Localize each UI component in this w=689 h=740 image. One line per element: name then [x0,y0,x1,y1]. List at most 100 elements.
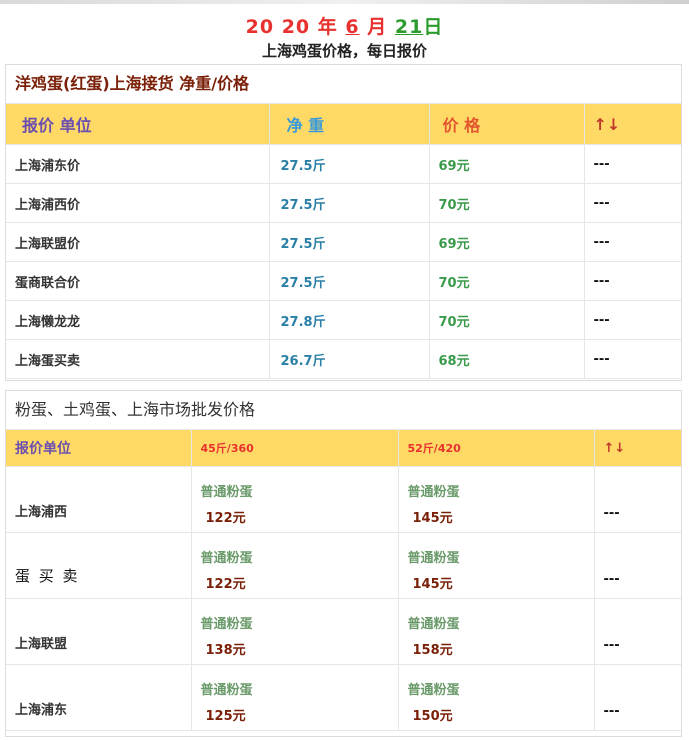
day-value: 21 [394,16,424,38]
row-name: 上海浦东 [15,703,68,718]
row-weight: 26.7斤 [269,339,430,379]
row-name: 上海蛋买卖 [6,339,270,379]
page-subtitle: 上海鸡蛋价格，每日报价 [261,42,427,60]
year-char: 年 [317,16,338,38]
row-weight: 27.8斤 [269,300,430,340]
row-price: 70元 [429,300,585,340]
row-name: 上海浦西 [15,505,68,520]
row-weight: 27.5斤 [269,222,430,262]
row-name-cell: 蛋 买 卖 [6,532,192,599]
section1-title: 洋鸡蛋(红蛋)上海接货 净重/价格 [6,65,681,104]
price-cell-52: 普通粉蛋 145元 [398,532,595,599]
trend-cell: --- [594,664,681,731]
day-char: 日 [423,16,444,38]
row-name: 上海联盟 [15,637,68,652]
price-cell-45: 普通粉蛋 122元 [191,532,399,599]
header-trend: ↑↓ [594,430,681,467]
row-trend: --- [584,183,681,223]
header-price: 价 格 [429,104,585,145]
powder-egg-price-table: 报价单位 45斤/360 52斤/420 ↑↓ 上海浦西 普通粉蛋 122元 普通… [6,430,681,731]
row-trend: --- [584,144,681,184]
egg-price: 145元 [412,577,453,592]
section2-title: 粉蛋、土鸡蛋、上海市场批发价格 [6,391,681,430]
egg-price: 150元 [412,709,453,724]
row-name-cell: 上海联盟 [6,598,192,665]
price-cell-52: 普通粉蛋 158元 [398,598,595,665]
table-row: 上海浦西价 27.5斤 70元 --- [6,183,681,223]
header-weight: 净 重 [269,104,430,145]
price-cell-52: 普通粉蛋 150元 [398,664,595,731]
top-banner-strip [0,0,689,4]
table-row: 蛋商联合价 27.5斤 70元 --- [6,261,681,301]
egg-price: 122元 [205,577,246,592]
row-trend: --- [603,572,620,587]
egg-price: 122元 [205,511,246,526]
header-unit: 报价单位 [6,430,192,467]
year-part-b: 20 [281,16,311,38]
price-cell-45: 普通粉蛋 125元 [191,664,399,731]
table-row: 上海蛋买卖 26.7斤 68元 --- [6,339,681,379]
row-price: 70元 [429,183,585,223]
egg-price: 138元 [205,643,246,658]
row-trend: --- [603,506,620,521]
table-row: 上海浦东价 27.5斤 69元 --- [6,144,681,184]
year-part-a: 20 [245,16,275,38]
egg-price: 145元 [412,511,453,526]
row-name-cell: 上海浦西 [6,466,192,533]
row-name-cell: 上海浦东 [6,664,192,731]
trend-cell: --- [594,466,681,533]
row-price: 70元 [429,261,585,301]
red-egg-price-table: 报价 单位 净 重 价 格 ↑↓ 上海浦东价 27.5斤 69元 --- 上海浦… [6,104,681,379]
trend-cell: --- [594,532,681,599]
row-trend: --- [584,339,681,379]
table-header-row: 报价 单位 净 重 价 格 ↑↓ [6,104,681,145]
egg-price: 158元 [412,643,453,658]
egg-kind: 普通粉蛋 [407,551,460,566]
row-price: 69元 [429,144,585,184]
egg-kind: 普通粉蛋 [407,683,460,698]
table-row: 上海联盟价 27.5斤 69元 --- [6,222,681,262]
egg-kind: 普通粉蛋 [407,485,460,500]
row-trend: --- [584,300,681,340]
table-row: 上海浦西 普通粉蛋 122元 普通粉蛋 145元 --- [6,466,681,533]
row-weight: 27.5斤 [269,183,430,223]
price-cell-45: 普通粉蛋 138元 [191,598,399,665]
header-unit: 报价 单位 [6,104,270,145]
egg-kind: 普通粉蛋 [200,485,253,500]
row-name: 上海联盟价 [6,222,270,262]
month-char: 月 [367,16,388,38]
row-weight: 27.5斤 [269,261,430,301]
row-trend: --- [603,704,620,719]
row-name: 上海浦西价 [6,183,270,223]
row-price: 68元 [429,339,585,379]
egg-kind: 普通粉蛋 [200,683,253,698]
table-row: 上海懒龙龙 27.8斤 70元 --- [6,300,681,340]
price-cell-45: 普通粉蛋 122元 [191,466,399,533]
table-row: 上海浦东 普通粉蛋 125元 普通粉蛋 150元 --- [6,664,681,731]
header-trend: ↑↓ [584,104,681,145]
row-trend: --- [584,222,681,262]
row-name: 蛋 买 卖 [15,567,80,585]
trend-cell: --- [594,598,681,665]
row-price: 69元 [429,222,585,262]
egg-kind: 普通粉蛋 [200,617,253,632]
header-52jin: 52斤/420 [398,430,595,467]
egg-kind: 普通粉蛋 [407,617,460,632]
red-egg-price-card: 洋鸡蛋(红蛋)上海接货 净重/价格 报价 单位 净 重 价 格 ↑↓ 上海浦东价… [5,64,682,381]
table-header-row: 报价单位 45斤/360 52斤/420 ↑↓ [6,430,681,467]
month-value: 6 [345,16,360,38]
table-row: 上海联盟 普通粉蛋 138元 普通粉蛋 158元 --- [6,598,681,665]
powder-egg-price-card: 粉蛋、土鸡蛋、上海市场批发价格 报价单位 45斤/360 52斤/420 ↑↓ … [5,390,682,737]
row-name: 上海懒龙龙 [6,300,270,340]
row-trend: --- [584,261,681,301]
row-name: 上海浦东价 [6,144,270,184]
row-weight: 27.5斤 [269,144,430,184]
header-45jin: 45斤/360 [191,430,399,467]
date-heading: 20 20 年 6 月 21日 [0,12,689,39]
price-cell-52: 普通粉蛋 145元 [398,466,595,533]
table-row: 蛋 买 卖 普通粉蛋 122元 普通粉蛋 145元 --- [6,532,681,599]
row-trend: --- [603,638,620,653]
egg-price: 125元 [205,709,246,724]
row-name: 蛋商联合价 [6,261,270,301]
egg-kind: 普通粉蛋 [200,551,253,566]
